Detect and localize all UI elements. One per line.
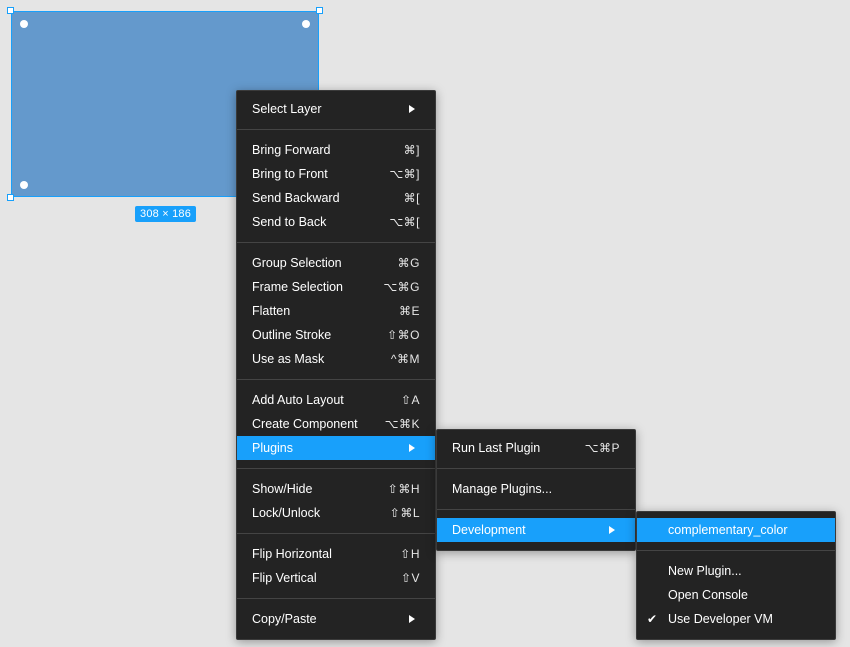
menu-item-label: Show/Hide: [252, 482, 313, 496]
menu-item-label: Add Auto Layout: [252, 393, 344, 407]
resize-handle-bottom-left[interactable]: [7, 194, 14, 201]
corner-radius-handle-top-left[interactable]: [20, 20, 28, 28]
submenu-arrow-icon: [609, 526, 615, 534]
menu-item-shortcut: ^⌘M: [390, 352, 420, 366]
menu-item-label: Use Developer VM: [668, 612, 773, 626]
menu-item-flatten[interactable]: Flatten ⌘E: [237, 299, 435, 323]
menu-item-shortcut: ⌘[: [403, 191, 420, 205]
menu-item-shortcut: ⌥⌘[: [389, 215, 420, 229]
menu-separator: [237, 129, 435, 130]
development-submenu: complementary_color New Plugin... Open C…: [636, 511, 836, 640]
menu-item-label: Plugins: [252, 441, 293, 455]
menu-item-manage-plugins[interactable]: Manage Plugins...: [437, 477, 635, 501]
menu-item-label: Manage Plugins...: [452, 482, 553, 496]
menu-item-add-auto-layout[interactable]: Add Auto Layout ⇧A: [237, 388, 435, 412]
menu-separator: [437, 509, 635, 510]
menu-separator: [237, 242, 435, 243]
menu-item-send-backward[interactable]: Send Backward ⌘[: [237, 186, 435, 210]
menu-item-new-plugin[interactable]: New Plugin...: [637, 559, 835, 583]
menu-item-label: Outline Stroke: [252, 328, 332, 342]
menu-item-development[interactable]: Development: [437, 518, 635, 542]
menu-item-copy-paste[interactable]: Copy/Paste: [237, 607, 435, 631]
menu-item-label: Development: [452, 523, 526, 537]
menu-item-lock-unlock[interactable]: Lock/Unlock ⇧⌘L: [237, 501, 435, 525]
menu-item-use-as-mask[interactable]: Use as Mask ^⌘M: [237, 347, 435, 371]
resize-handle-top-right[interactable]: [316, 7, 323, 14]
menu-item-label: New Plugin...: [668, 564, 742, 578]
menu-item-shortcut: ⇧⌘L: [389, 506, 420, 520]
plugins-submenu: Run Last Plugin ⌥⌘P Manage Plugins... De…: [436, 429, 636, 551]
menu-item-label: Flip Horizontal: [252, 547, 332, 561]
menu-item-outline-stroke[interactable]: Outline Stroke ⇧⌘O: [237, 323, 435, 347]
menu-item-send-to-back[interactable]: Send to Back ⌥⌘[: [237, 210, 435, 234]
menu-item-show-hide[interactable]: Show/Hide ⇧⌘H: [237, 477, 435, 501]
menu-separator: [437, 468, 635, 469]
menu-separator: [237, 598, 435, 599]
submenu-arrow-icon: [409, 444, 415, 452]
menu-item-label: Open Console: [668, 588, 748, 602]
menu-item-create-component[interactable]: Create Component ⌥⌘K: [237, 412, 435, 436]
resize-handle-top-left[interactable]: [7, 7, 14, 14]
menu-item-label: Bring to Front: [252, 167, 328, 181]
dimensions-badge: 308 × 186: [135, 206, 197, 222]
menu-item-shortcut: ⇧⌘O: [387, 328, 420, 342]
menu-item-shortcut: ⇧A: [400, 393, 420, 407]
menu-separator: [237, 379, 435, 380]
checkmark-icon: ✔: [647, 612, 658, 626]
menu-item-label: Flip Vertical: [252, 571, 317, 585]
menu-item-shortcut: ⇧V: [400, 571, 420, 585]
context-menu: Select Layer Bring Forward ⌘] Bring to Fron…: [236, 90, 436, 640]
menu-item-label: Send to Back: [252, 215, 327, 229]
submenu-arrow-icon: [409, 105, 415, 113]
menu-item-shortcut: ⇧⌘H: [387, 482, 420, 496]
menu-item-flip-vertical[interactable]: Flip Vertical ⇧V: [237, 566, 435, 590]
menu-item-shortcut: ⌘]: [403, 143, 420, 157]
menu-item-label: Run Last Plugin: [452, 441, 541, 455]
menu-item-shortcut: ⌥⌘]: [389, 167, 420, 181]
menu-item-label: Bring Forward: [252, 143, 331, 157]
menu-item-label: complementary_color: [668, 523, 788, 537]
menu-item-bring-to-front[interactable]: Bring to Front ⌥⌘]: [237, 162, 435, 186]
menu-item-frame-selection[interactable]: Frame Selection ⌥⌘G: [237, 275, 435, 299]
menu-item-label: Frame Selection: [252, 280, 344, 294]
menu-item-label: Group Selection: [252, 256, 342, 270]
menu-item-complementary-color[interactable]: complementary_color: [637, 518, 835, 542]
menu-item-run-last-plugin[interactable]: Run Last Plugin ⌥⌘P: [437, 436, 635, 460]
menu-item-label: Flatten: [252, 304, 291, 318]
corner-radius-handle-top-right[interactable]: [302, 20, 310, 28]
menu-separator: [637, 550, 835, 551]
menu-item-plugins[interactable]: Plugins: [237, 436, 435, 460]
menu-item-shortcut: ⌥⌘K: [384, 417, 420, 431]
menu-item-label: Create Component: [252, 417, 358, 431]
menu-item-use-developer-vm[interactable]: ✔ Use Developer VM: [637, 607, 835, 631]
submenu-arrow-icon: [409, 615, 415, 623]
menu-item-select-layer[interactable]: Select Layer: [237, 97, 435, 121]
menu-item-flip-horizontal[interactable]: Flip Horizontal ⇧H: [237, 542, 435, 566]
menu-item-label: Send Backward: [252, 191, 340, 205]
menu-item-bring-forward[interactable]: Bring Forward ⌘]: [237, 138, 435, 162]
menu-separator: [237, 468, 435, 469]
menu-item-shortcut: ⌥⌘G: [383, 280, 420, 294]
menu-item-shortcut: ⌥⌘P: [584, 441, 620, 455]
menu-item-shortcut: ⌘G: [397, 256, 420, 270]
menu-item-shortcut: ⌘E: [398, 304, 420, 318]
menu-item-label: Select Layer: [252, 102, 322, 116]
corner-radius-handle-bottom-left[interactable]: [20, 181, 28, 189]
menu-item-shortcut: ⇧H: [400, 547, 420, 561]
menu-item-label: Use as Mask: [252, 352, 325, 366]
menu-item-label: Copy/Paste: [252, 612, 317, 626]
menu-separator: [237, 533, 435, 534]
menu-item-label: Lock/Unlock: [252, 506, 321, 520]
menu-item-open-console[interactable]: Open Console: [637, 583, 835, 607]
menu-item-group-selection[interactable]: Group Selection ⌘G: [237, 251, 435, 275]
